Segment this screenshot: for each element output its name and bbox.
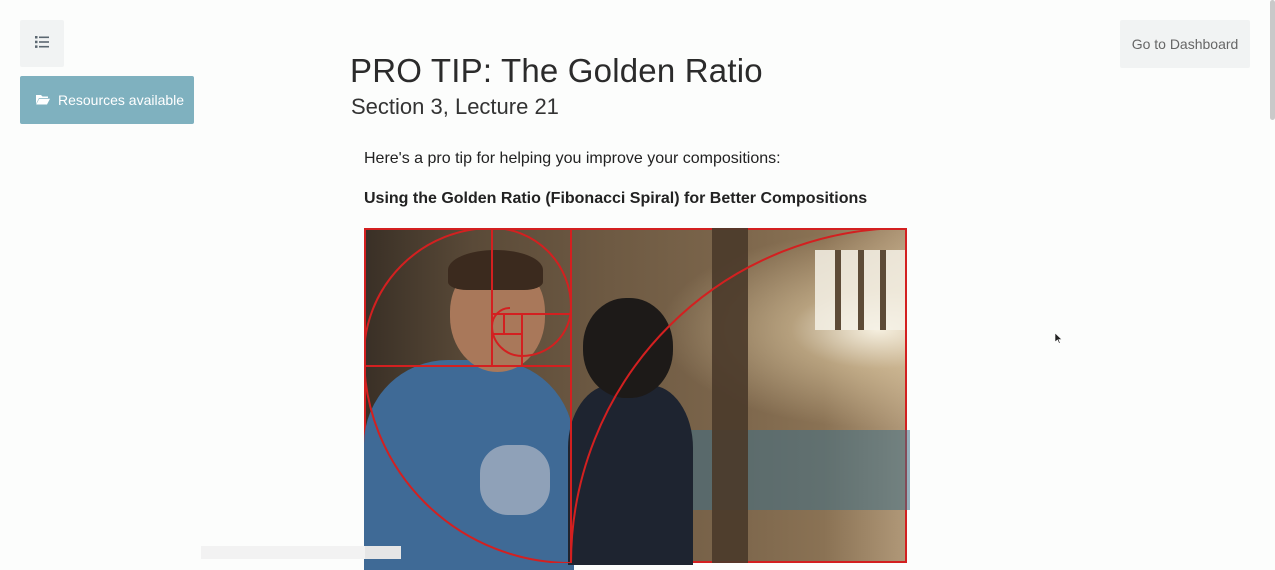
go-to-dashboard-button[interactable]: Go to Dashboard	[1120, 20, 1250, 68]
video-progress-bar[interactable]	[201, 546, 401, 559]
lecture-subtitle: Section 3, Lecture 21	[351, 94, 559, 119]
curriculum-toggle-button[interactable]	[20, 20, 64, 67]
intro-text: Here's a pro tip for helping you improve…	[364, 150, 781, 167]
mouse-cursor-icon	[1055, 333, 1063, 344]
resources-label: Resources available	[58, 92, 185, 108]
progress-thumb[interactable]	[365, 546, 401, 559]
resources-available-button[interactable]: Resources available	[20, 76, 194, 124]
page-scrollbar[interactable]	[1270, 0, 1275, 120]
lecture-title: PRO TIP: The Golden Ratio	[350, 52, 763, 89]
fibonacci-spiral-overlay	[364, 228, 907, 563]
section-heading: Using the Golden Ratio (Fibonacci Spiral…	[364, 190, 868, 207]
list-icon	[35, 35, 49, 53]
folder-open-icon	[36, 92, 50, 108]
